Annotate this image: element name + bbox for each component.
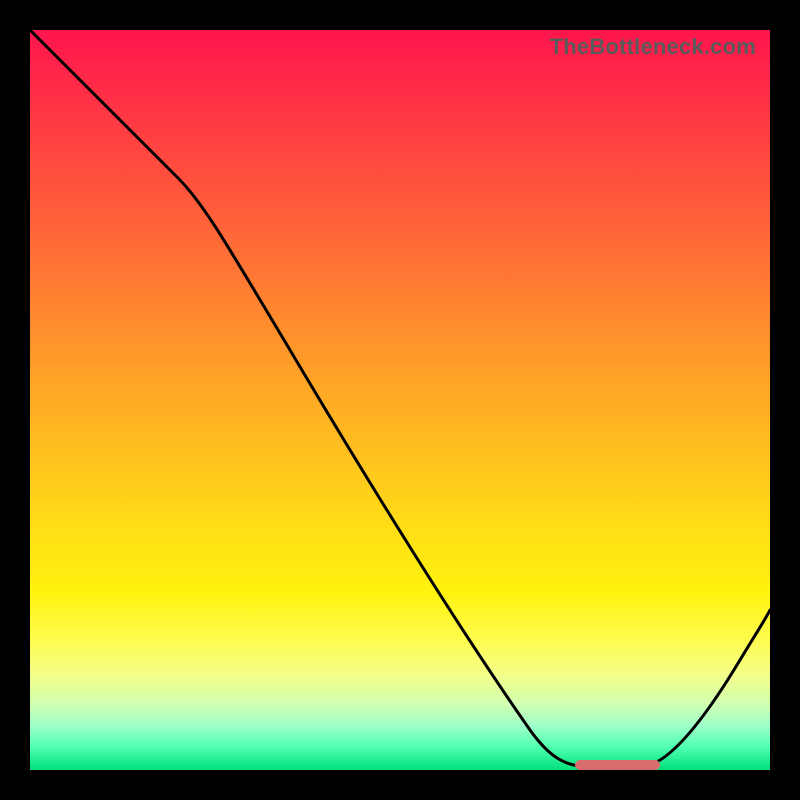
bottleneck-curve (30, 30, 770, 770)
plot-area: TheBottleneck.com (30, 30, 770, 770)
optimum-range-marker (575, 760, 660, 770)
chart-frame: TheBottleneck.com (0, 0, 800, 800)
curve-path (30, 30, 770, 767)
